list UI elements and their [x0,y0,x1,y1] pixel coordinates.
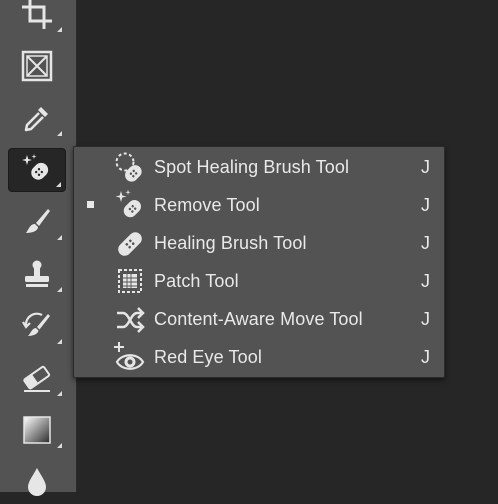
history-brush-icon [22,312,50,336]
gradient-icon [23,416,51,444]
patch-icon [112,265,148,299]
clone-stamp-tool-button[interactable] [8,252,66,296]
tools-panel [0,0,80,496]
menu-item-shortcut: J [421,195,430,215]
remove-tool-button[interactable] [8,148,66,192]
gradient-tool-button[interactable] [8,408,66,452]
menu-item-label: Remove Tool [154,195,260,215]
remove-tool-icon [22,154,49,180]
menu-item-spot-healing-brush-tool[interactable]: Spot Healing Brush Tool J [74,148,444,186]
flyout-indicator [56,182,61,187]
stamp-icon [25,260,49,287]
toolbar-strip [0,0,77,496]
flyout-indicator [57,235,62,240]
flyout-indicator [57,339,62,344]
brush-tool-button[interactable] [8,200,66,244]
frame-icon [21,50,53,82]
menu-item-content-aware-move-tool[interactable]: Content-Aware Move Tool J [74,300,444,338]
menu-item-healing-brush-tool[interactable]: Healing Brush Tool J [74,224,444,262]
spot-healing-brush-icon [112,151,148,185]
flyout-indicator [57,131,62,136]
menu-item-remove-tool[interactable]: Remove Tool J [74,186,444,224]
menu-item-label: Red Eye Tool [154,347,262,367]
menu-item-shortcut: J [421,309,430,329]
menu-item-shortcut: J [421,233,430,253]
eraser-tool-button[interactable] [8,356,66,400]
menu-item-label: Patch Tool [154,271,239,291]
drop-icon [28,468,46,496]
healing-tools-flyout-menu: Spot Healing Brush Tool J Remove Tool J [73,146,445,378]
crop-tool-button[interactable] [8,0,66,36]
menu-item-label: Healing Brush Tool [154,233,307,253]
eyedropper-icon [24,107,48,132]
flyout-indicator [57,443,62,448]
menu-item-label: Spot Healing Brush Tool [154,157,350,177]
menu-item-shortcut: J [421,347,430,367]
flyout-indicator [57,391,62,396]
history-brush-tool-button[interactable] [8,304,66,348]
brush-icon [26,209,50,233]
menu-item-shortcut: J [421,271,430,291]
crop-icon [22,0,52,29]
remove-tool-icon [112,189,148,223]
healing-brush-icon [112,227,148,261]
content-aware-move-icon [112,303,148,337]
menu-item-shortcut: J [421,157,430,177]
frame-tool-button[interactable] [8,44,66,88]
menu-item-patch-tool[interactable]: Patch Tool J [74,262,444,300]
menu-item-label: Content-Aware Move Tool [154,309,363,329]
eyedropper-tool-button[interactable] [8,96,66,140]
eraser-icon [23,365,51,392]
flyout-indicator [57,287,62,292]
menu-item-red-eye-tool[interactable]: Red Eye Tool J [74,338,444,376]
selected-bullet [87,201,94,208]
blur-tool-button[interactable] [8,460,66,504]
red-eye-icon [112,341,148,375]
flyout-indicator [57,27,62,32]
